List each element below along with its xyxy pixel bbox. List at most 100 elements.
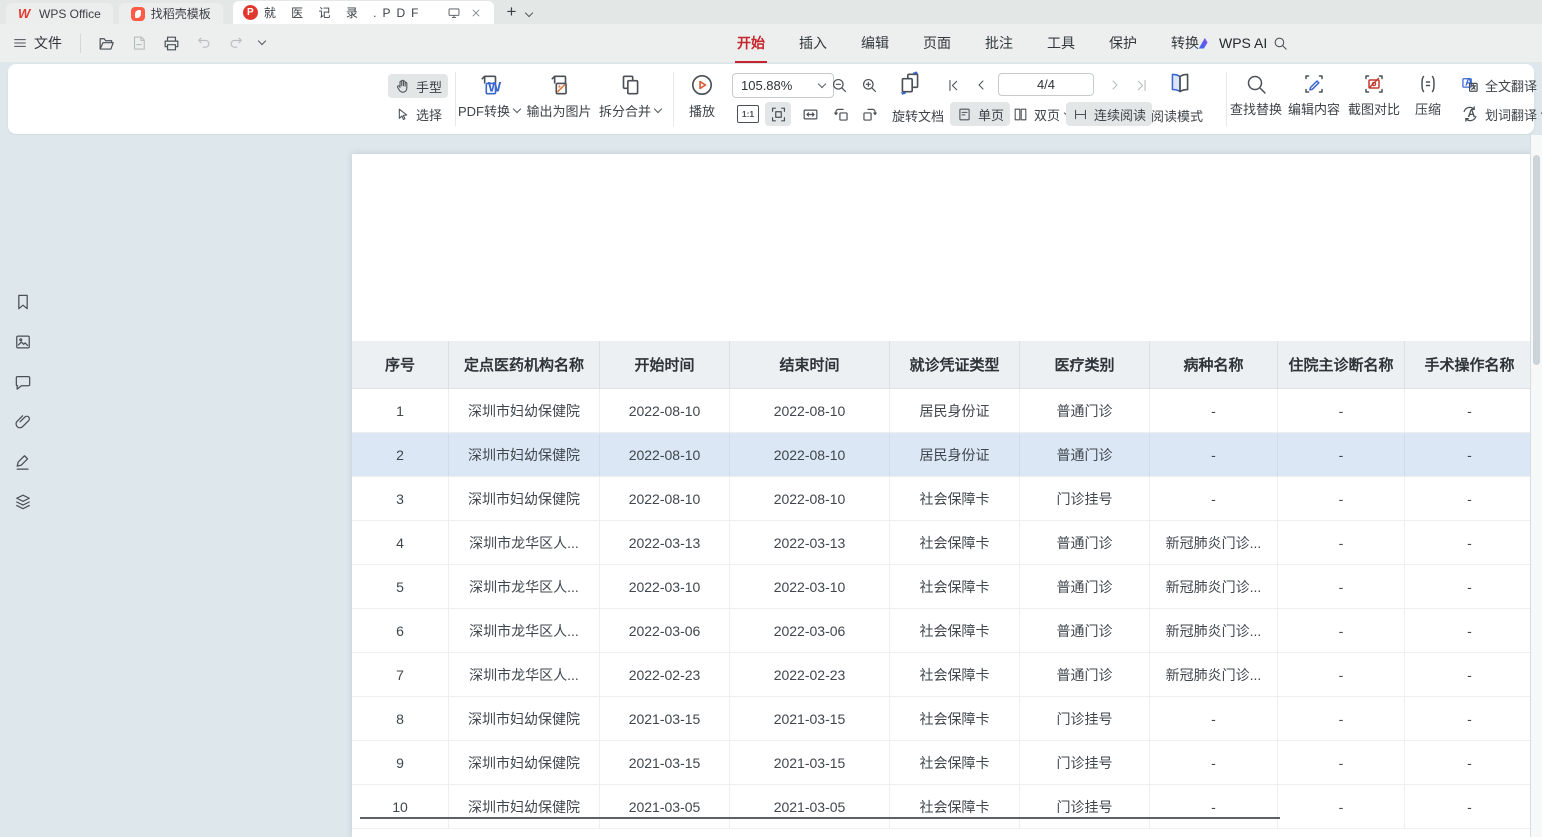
- table-cell: 深圳市妇幼保健院: [449, 697, 600, 740]
- new-tab-button[interactable]: +: [506, 2, 516, 22]
- table-cell: -: [1150, 697, 1278, 740]
- comment-icon[interactable]: [11, 370, 35, 394]
- layers-icon[interactable]: [11, 490, 35, 514]
- rotate-doc-label[interactable]: 旋转文档: [892, 106, 944, 125]
- split-merge-button[interactable]: 拆分合并: [598, 72, 662, 120]
- tab-wps-office[interactable]: W WPS Office: [6, 3, 113, 24]
- thumbnail-icon[interactable]: [11, 330, 35, 354]
- open-folder-icon[interactable]: [97, 34, 116, 53]
- next-page-button[interactable]: [1102, 73, 1128, 97]
- first-page-button[interactable]: [940, 73, 966, 97]
- column-header: 手术操作名称: [1405, 341, 1532, 388]
- menu-search-icon[interactable]: [1272, 35, 1289, 52]
- rotate-right-button[interactable]: [856, 102, 882, 126]
- print-icon[interactable]: [162, 34, 181, 53]
- table-cell: 普通门诊: [1020, 521, 1150, 564]
- table-cell: 社会保障卡: [890, 785, 1020, 828]
- table-cell: 深圳市妇幼保健院: [449, 477, 600, 520]
- rotate-left-icon: [832, 105, 851, 124]
- select-tool-button[interactable]: 选择: [388, 102, 448, 126]
- table-row: 9深圳市妇幼保健院2021-03-152021-03-15社会保障卡门诊挂号--…: [352, 741, 1532, 785]
- menu-item[interactable]: 保护: [1107, 29, 1139, 57]
- table-cell: 居民身份证: [890, 389, 1020, 432]
- find-replace-button[interactable]: 查找替换: [1230, 72, 1282, 118]
- table-cell: 4: [352, 521, 449, 564]
- tab-label: 找稻壳模板: [151, 5, 211, 22]
- file-menu-label: 文件: [34, 33, 62, 53]
- quick-access-chevron-icon[interactable]: [258, 37, 266, 45]
- read-mode-book-button[interactable]: [1164, 71, 1196, 95]
- pdf-convert-button[interactable]: W PDF转换: [458, 72, 520, 120]
- full-translate-button[interactable]: A 全文翻译: [1454, 73, 1542, 97]
- tab-list-chevron-icon[interactable]: [525, 9, 533, 17]
- table-cell: -: [1278, 697, 1405, 740]
- redo-icon[interactable]: [227, 34, 245, 52]
- double-page-icon: [1012, 106, 1029, 123]
- wps-ai-button[interactable]: WPS AI: [1196, 35, 1267, 52]
- edit-content-label: 编辑内容: [1288, 99, 1340, 118]
- tab-docer-templates[interactable]: 找稻壳模板: [119, 3, 223, 24]
- close-tab-icon[interactable]: [468, 5, 484, 21]
- table-row: 2深圳市妇幼保健院2022-08-102022-08-10居民身份证普通门诊--…: [352, 433, 1532, 477]
- zoom-level-control[interactable]: 105.88%: [732, 73, 834, 98]
- export-image-button[interactable]: 输出为图片: [526, 72, 592, 120]
- play-button[interactable]: 播放: [680, 72, 724, 120]
- screenshot-compare-button[interactable]: 截图对比: [1348, 72, 1400, 118]
- table-cell: 新冠肺炎门诊...: [1150, 609, 1278, 652]
- bookmark-icon[interactable]: [11, 290, 35, 314]
- table-cell: 普通门诊: [1020, 653, 1150, 696]
- hand-tool-button[interactable]: 手型: [388, 74, 448, 98]
- save-icon[interactable]: [130, 34, 148, 52]
- table-cell: -: [1278, 741, 1405, 784]
- file-menu-button[interactable]: 文件: [12, 33, 62, 53]
- table-cell: 2022-03-06: [600, 609, 730, 652]
- scrollbar-thumb[interactable]: [1533, 155, 1540, 365]
- rotate-left-button[interactable]: [828, 102, 854, 126]
- signature-icon[interactable]: [11, 450, 35, 474]
- previous-page-icon: [973, 77, 989, 93]
- column-header: 病种名称: [1150, 341, 1278, 388]
- ribbon-toolbar: 手型 选择 W PDF转换 输出为图片 拆分合并: [8, 64, 1534, 134]
- table-cell: -: [1278, 521, 1405, 564]
- table-row: 5深圳市龙华区人...2022-03-102022-03-10社会保障卡普通门诊…: [352, 565, 1532, 609]
- edit-content-button[interactable]: 编辑内容: [1288, 72, 1340, 118]
- tab-label: 就 医 记 录 .PDF: [264, 4, 425, 21]
- menu-item[interactable]: 工具: [1045, 29, 1077, 57]
- table-cell: 2021-03-15: [730, 741, 890, 784]
- rotate-pages-button[interactable]: [894, 71, 926, 95]
- table-cell: 深圳市龙华区人...: [449, 609, 600, 652]
- pdf-file-icon: P: [243, 5, 258, 20]
- monitor-icon[interactable]: [446, 5, 462, 21]
- single-page-button[interactable]: 单页: [950, 102, 1010, 126]
- pdf-page[interactable]: 序号定点医药机构名称开始时间结束时间就诊凭证类型医疗类别病种名称住院主诊断名称手…: [352, 154, 1532, 837]
- actual-size-button[interactable]: 1:1: [735, 102, 761, 126]
- previous-page-button[interactable]: [968, 73, 994, 97]
- table-cell: 深圳市妇幼保健院: [449, 741, 600, 784]
- menu-item[interactable]: 编辑: [859, 29, 891, 57]
- vertical-scrollbar[interactable]: [1530, 135, 1542, 837]
- tab-document-pdf[interactable]: P 就 医 记 录 .PDF: [233, 1, 495, 24]
- menu-item[interactable]: 页面: [921, 29, 953, 57]
- word-translate-button[interactable]: A 划词翻译: [1454, 102, 1542, 126]
- table-cell: 2022-08-10: [730, 477, 890, 520]
- table-cell: -: [1405, 785, 1532, 828]
- menu-item[interactable]: 开始: [735, 29, 767, 57]
- zoom-in-button[interactable]: [856, 73, 882, 97]
- undo-icon[interactable]: [195, 34, 213, 52]
- fit-page-button[interactable]: [765, 102, 791, 126]
- table-cell: 2022-08-10: [730, 433, 890, 476]
- read-mode-label[interactable]: 阅读模式: [1151, 106, 1203, 125]
- full-translate-label: 全文翻译: [1485, 76, 1537, 95]
- word-translate-icon: A: [1460, 104, 1480, 124]
- page-number-input[interactable]: [998, 73, 1094, 96]
- attachment-icon[interactable]: [11, 410, 35, 434]
- continuous-read-button[interactable]: 连续阅读: [1066, 102, 1152, 126]
- compress-button[interactable]: 压缩: [1410, 72, 1446, 118]
- menu-item[interactable]: 插入: [797, 29, 829, 57]
- zoom-out-button[interactable]: [826, 73, 852, 97]
- menu-item[interactable]: 批注: [983, 29, 1015, 57]
- continuous-read-label: 连续阅读: [1094, 105, 1146, 124]
- table-cell: 普通门诊: [1020, 565, 1150, 608]
- fit-width-button[interactable]: [797, 102, 823, 126]
- last-page-button[interactable]: [1128, 73, 1154, 97]
